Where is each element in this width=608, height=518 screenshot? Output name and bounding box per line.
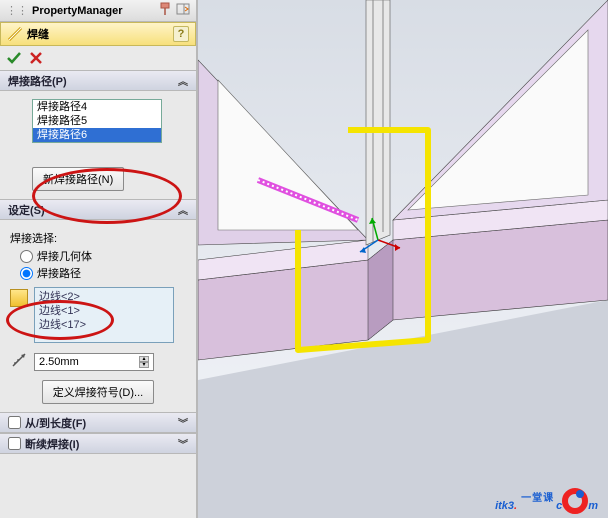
intermittent-section: 断续焊接(I) ︾ xyxy=(0,433,196,454)
drag-grip-icon[interactable]: ⋮⋮ xyxy=(6,4,28,17)
property-manager-panel: ⋮⋮ PropertyManager 焊缝 ? 焊接路径(P) xyxy=(0,0,198,518)
edge-selection-list[interactable]: 边线<2> 边线<1> 边线<17> xyxy=(34,287,174,343)
list-item[interactable]: 边线<1> xyxy=(39,304,169,318)
titlebar: ⋮⋮ PropertyManager xyxy=(0,0,196,22)
weld-size-icon xyxy=(10,351,28,372)
new-weld-path-button[interactable]: 新焊接路径(N) xyxy=(32,167,124,191)
chevron-down-icon: ︾ xyxy=(178,436,188,451)
section-title: 设定(S) xyxy=(8,202,45,218)
weld-path-section: 焊接路径(P) ︽ 焊接路径4 焊接路径5 焊接路径6 新焊接路径(N) xyxy=(0,70,196,199)
title-text: PropertyManager xyxy=(32,5,122,17)
define-weld-symbol-button[interactable]: 定义焊接符号(D)... xyxy=(42,380,154,404)
ok-icon[interactable] xyxy=(6,50,22,66)
section-title: 从/到长度(F) xyxy=(25,415,86,431)
from-to-header[interactable]: 从/到长度(F) ︾ xyxy=(0,413,196,433)
chevron-up-icon: ︽ xyxy=(178,73,188,88)
radio-input[interactable] xyxy=(20,250,33,263)
feature-name: 焊缝 xyxy=(27,26,49,42)
intermittent-checkbox[interactable] xyxy=(8,437,21,450)
radio-input[interactable] xyxy=(20,267,33,280)
intermittent-header[interactable]: 断续焊接(I) ︾ xyxy=(0,434,196,454)
settings-header[interactable]: 设定(S) ︽ xyxy=(0,200,196,220)
split-right-icon[interactable] xyxy=(176,2,190,19)
chevron-up-icon: ︽ xyxy=(178,202,188,217)
weld-select-label: 焊接选择: xyxy=(10,230,186,246)
radio-weld-path[interactable]: 焊接路径 xyxy=(20,265,186,281)
help-icon[interactable]: ? xyxy=(173,26,189,42)
feature-header: 焊缝 ? xyxy=(0,22,196,46)
list-item[interactable]: 边线<2> xyxy=(39,290,169,304)
spinner[interactable]: ▴▾ xyxy=(139,356,149,368)
list-item[interactable]: 焊接路径5 xyxy=(33,114,161,128)
cancel-icon[interactable] xyxy=(28,50,44,66)
weld-size-input[interactable]: 2.50mm ▴▾ xyxy=(34,353,154,371)
list-item-selected[interactable]: 焊接路径6 xyxy=(33,128,161,142)
chevron-down-icon: ︾ xyxy=(178,415,188,430)
spin-down-icon: ▾ xyxy=(139,362,149,368)
from-to-checkbox[interactable] xyxy=(8,416,21,429)
list-item[interactable]: 边线<17> xyxy=(39,318,169,332)
weld-bead-icon xyxy=(7,26,23,42)
section-title: 焊接路径(P) xyxy=(8,73,67,89)
face-selection-icon[interactable] xyxy=(10,289,28,307)
from-to-section: 从/到长度(F) ︾ xyxy=(0,412,196,433)
weld-path-header[interactable]: 焊接路径(P) ︽ xyxy=(0,71,196,91)
3d-viewport[interactable]: itk3. 一堂课 cm xyxy=(198,0,608,518)
weld-path-list[interactable]: 焊接路径4 焊接路径5 焊接路径6 xyxy=(32,99,162,143)
section-title: 断续焊接(I) xyxy=(25,436,79,452)
radio-weld-geometry[interactable]: 焊接几何体 xyxy=(20,248,186,264)
pushpin-icon[interactable] xyxy=(158,2,172,19)
list-item[interactable]: 焊接路径4 xyxy=(33,100,161,114)
confirm-bar xyxy=(0,46,196,70)
watermark: itk3. 一堂课 cm xyxy=(495,486,598,512)
settings-section: 设定(S) ︽ 焊接选择: 焊接几何体 焊接路径 边线<2> 边线<1> xyxy=(0,199,196,412)
